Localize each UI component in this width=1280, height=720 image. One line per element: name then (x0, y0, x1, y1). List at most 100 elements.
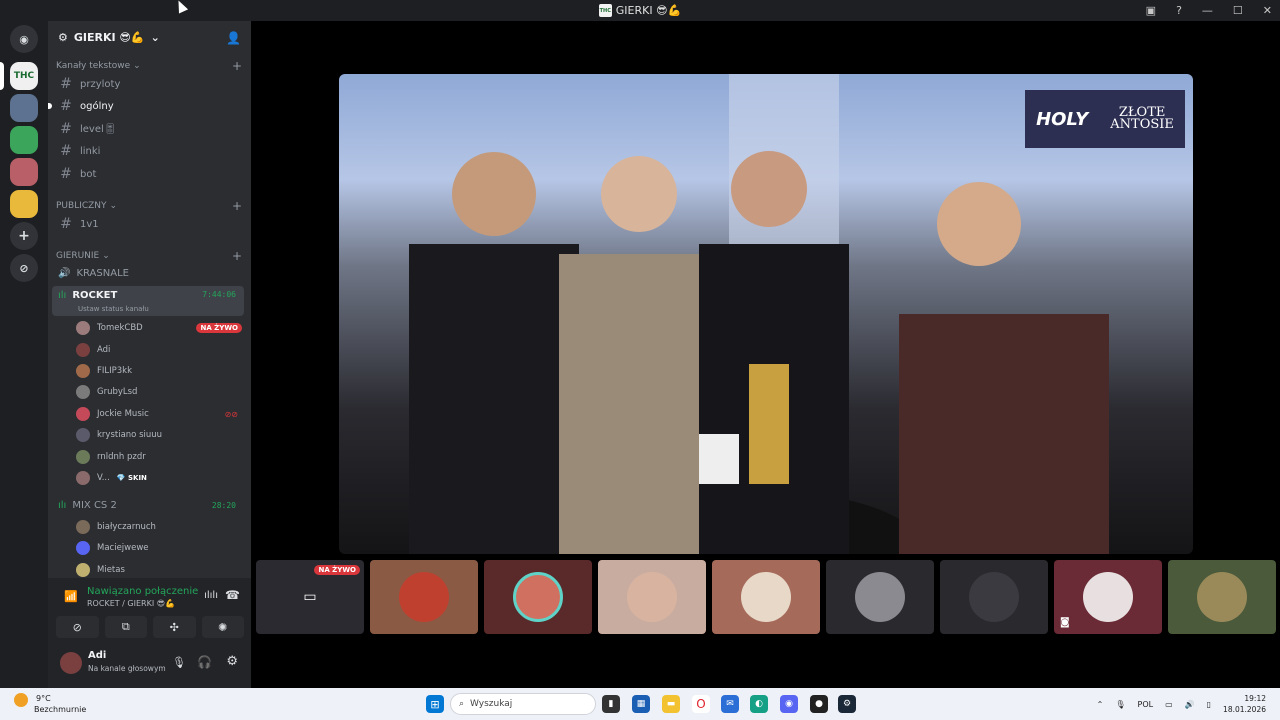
voice-member[interactable]: V... 💎 SKIN (76, 468, 242, 488)
add-channel-icon[interactable]: + (232, 59, 242, 73)
microphone-icon[interactable]: 🎙 (1115, 700, 1125, 709)
soundboard-button[interactable]: ✺ (201, 616, 244, 638)
activities-button[interactable]: ✣ (153, 616, 196, 638)
member-name: białyczarnuch (97, 522, 156, 532)
search-icon: ⌕ (459, 699, 465, 709)
invite-people-icon[interactable]: 👤 (226, 31, 241, 45)
battery-icon[interactable]: ▯ (1207, 700, 1211, 709)
mail-icon[interactable]: ✉ (721, 695, 739, 713)
channel-label: KRASNALE (76, 267, 129, 279)
voice-channel-mix[interactable]: ılı MIX CS 2 28:20 (52, 495, 244, 515)
connection-channel[interactable]: ROCKET / GIERKI 😎💪 (87, 599, 175, 608)
noise-suppression-icon[interactable]: ılılı (204, 590, 218, 601)
stream-video[interactable]: HOLY ZŁOTE ANTOSIE (339, 74, 1193, 554)
channel-bot[interactable]: # bot (56, 164, 244, 184)
signal-icon[interactable]: 📶 (64, 590, 78, 603)
voice-channel-krasnale[interactable]: 🔊 KRASNALE (52, 263, 244, 283)
category-public[interactable]: PUBLICZNY ⌄ + (56, 199, 242, 213)
server-thc[interactable]: THC (10, 62, 38, 90)
channel-ogolny[interactable]: # ogólny (48, 96, 244, 116)
discover-icon[interactable]: ⊘ (10, 254, 38, 282)
add-server-icon[interactable]: + (10, 222, 38, 250)
category-games[interactable]: GIERUNIE ⌄ + (56, 249, 242, 263)
server-avatar-4[interactable] (10, 158, 38, 186)
voice-member[interactable]: Maciejwewe (76, 538, 242, 558)
camera-off-button[interactable]: ⊘ (56, 616, 99, 638)
channel-level[interactable]: # level🎚 (56, 119, 244, 139)
headphones-icon[interactable]: 🎧 (197, 655, 212, 669)
category-label: PUBLICZNY (56, 201, 107, 211)
channel-status[interactable]: Ustaw status kanału (78, 305, 149, 313)
channel-label: przyloty (80, 78, 121, 90)
microphone-icon[interactable]: 🎙 (172, 656, 186, 669)
participant-tile-stream[interactable]: ▭ NA ŻYWO (256, 560, 364, 634)
task-view-icon[interactable]: ▮ (602, 695, 620, 713)
participant-tile[interactable]: ◙ (1054, 560, 1162, 634)
discord-home-icon[interactable]: ◉ (10, 25, 38, 53)
file-explorer-icon[interactable]: ▬ (662, 695, 680, 713)
participant-tile[interactable] (712, 560, 820, 634)
voice-member[interactable]: Mietas (76, 560, 242, 580)
add-channel-icon[interactable]: + (232, 199, 242, 213)
voice-connection-status: 📶 Nawiązano połączenie ROCKET / GIERKI 😎… (56, 584, 244, 618)
steam-icon[interactable]: ⚙ (838, 695, 856, 713)
maximize-button[interactable]: ☐ (1233, 4, 1243, 17)
channel-1v1[interactable]: # 1v1 (56, 214, 244, 234)
app-icon[interactable]: ● (810, 695, 828, 713)
participant-tile[interactable] (370, 560, 478, 634)
member-name: TomekCBD (97, 323, 143, 333)
voice-member[interactable]: FILIP3kk (76, 361, 242, 381)
live-badge: NA ŻYWO (314, 565, 360, 575)
clock[interactable]: 19:12 18.01.2026 (1223, 693, 1266, 715)
hash-icon: # (60, 76, 72, 92)
server-avatar-2[interactable] (10, 94, 38, 122)
close-button[interactable]: ✕ (1263, 4, 1272, 17)
disconnect-icon[interactable]: ☎ (225, 588, 240, 602)
voice-member[interactable]: GrubyLsd (76, 382, 242, 402)
voice-member[interactable]: Jockie Music ⊘⊘ (76, 404, 242, 424)
inbox-icon[interactable]: ▣ (1146, 4, 1156, 17)
screen-share-button[interactable]: ⧉ (104, 616, 147, 638)
server-header[interactable]: ⚙ GIERKI 😎💪 ⌄ 👤 (48, 21, 251, 54)
windows-start-icon[interactable]: ⊞ (426, 695, 444, 713)
edge-icon[interactable]: ◐ (750, 695, 768, 713)
avatar (76, 407, 90, 421)
avatar (76, 428, 90, 442)
participant-tile[interactable] (484, 560, 592, 634)
avatar (627, 572, 677, 622)
voice-member[interactable]: TomekCBD NA ŻYWO (76, 318, 242, 338)
help-icon[interactable]: ? (1176, 4, 1182, 17)
chevron-up-icon[interactable]: ⌃ (1097, 700, 1104, 709)
hash-icon: # (60, 166, 72, 182)
network-icon[interactable]: ▭ (1165, 700, 1173, 709)
live-badge: NA ŻYWO (196, 323, 242, 333)
voice-member[interactable]: białyczarnuch (76, 517, 242, 537)
channel-linki[interactable]: # linki (56, 141, 244, 161)
voice-member[interactable]: krystiano siuuu (76, 425, 242, 445)
voice-member[interactable]: Adi (76, 340, 242, 360)
participant-tile[interactable] (598, 560, 706, 634)
opera-icon[interactable]: O (692, 695, 710, 713)
avatar[interactable] (60, 652, 82, 674)
language-indicator[interactable]: POL (1138, 700, 1154, 709)
store-icon[interactable]: ▦ (632, 695, 650, 713)
gear-icon[interactable]: ⚙ (226, 654, 238, 669)
add-channel-icon[interactable]: + (232, 249, 242, 263)
participant-tile[interactable] (940, 560, 1048, 634)
member-name: GrubyLsd (97, 387, 138, 397)
discord-icon[interactable]: ◉ (780, 695, 798, 713)
voice-member[interactable]: rnldnh pzdr (76, 447, 242, 467)
category-text[interactable]: Kanały tekstowe ⌄ + (56, 59, 242, 73)
participant-tile[interactable] (1168, 560, 1276, 634)
minimize-button[interactable]: — (1202, 4, 1213, 17)
taskbar-search[interactable]: ⌕ Wyszukaj (450, 693, 596, 715)
server-avatar-5[interactable] (10, 190, 38, 218)
server-avatar-3[interactable] (10, 126, 38, 154)
channel-przyloty[interactable]: # przyloty (56, 74, 244, 94)
member-name: Adi (97, 345, 111, 355)
volume-icon[interactable]: 🔊 (1185, 700, 1195, 709)
participant-tile[interactable] (826, 560, 934, 634)
clock-date: 18.01.2026 (1223, 705, 1266, 714)
avatar (513, 572, 563, 622)
avatar (76, 520, 90, 534)
